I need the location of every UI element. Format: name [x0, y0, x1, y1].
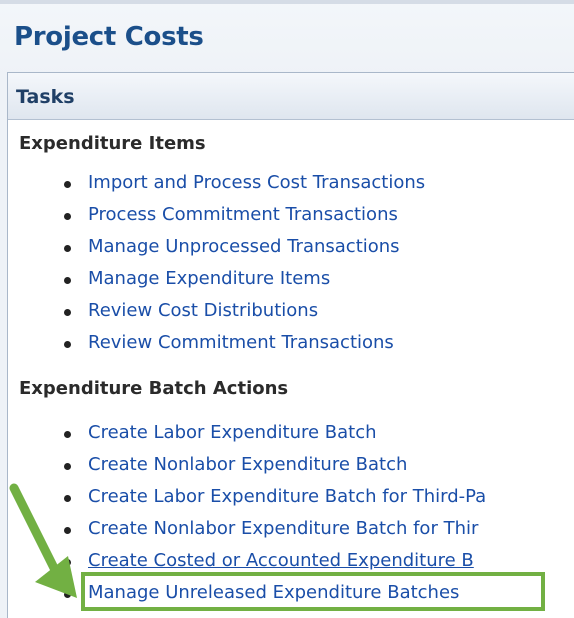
arrow-shaft: [9, 483, 63, 581]
arrow-icon: [9, 483, 77, 598]
